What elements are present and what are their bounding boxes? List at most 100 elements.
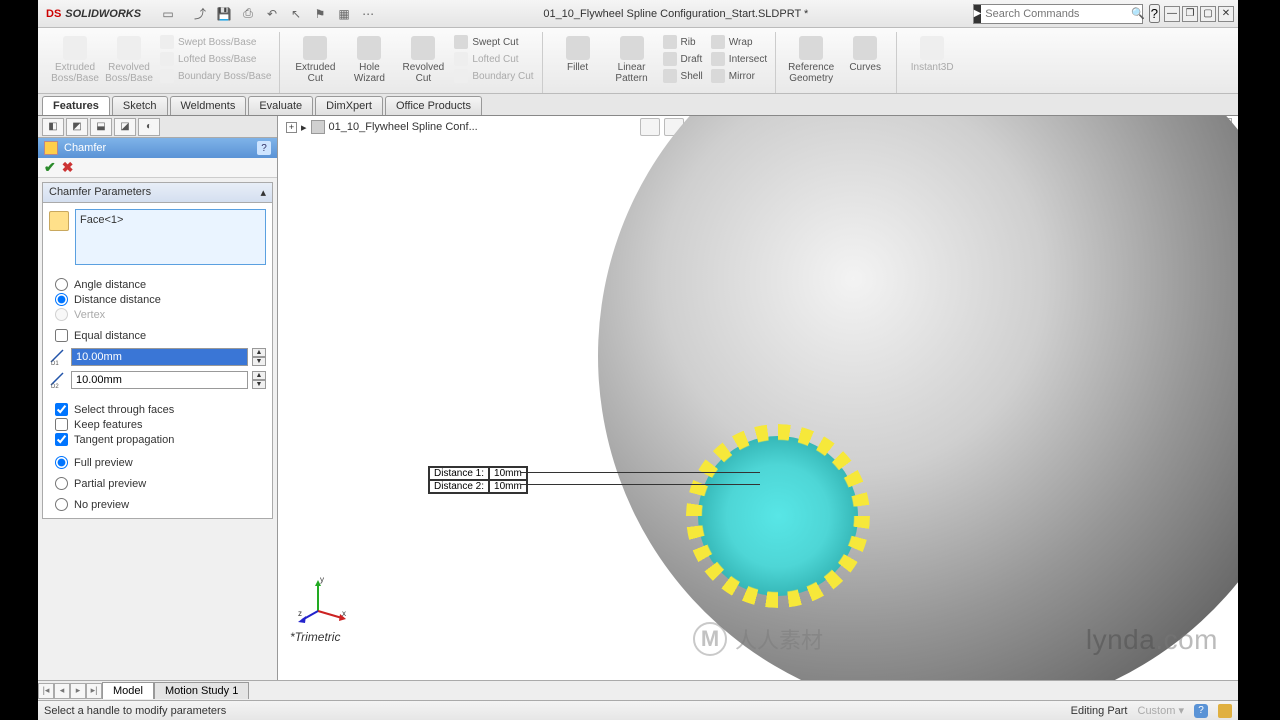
feature-manager-tab-icon[interactable]: ◧ — [42, 118, 64, 136]
open-file-icon[interactable]: ⤴ — [189, 3, 211, 25]
tab-weldments[interactable]: Weldments — [170, 96, 247, 115]
more-icon[interactable]: ⋯ — [357, 3, 379, 25]
orientation-triad[interactable]: y x z — [298, 576, 348, 626]
face-selection-icon[interactable] — [49, 211, 69, 231]
help-icon[interactable]: ? — [1149, 4, 1160, 23]
select-through-faces-checkbox[interactable] — [55, 403, 68, 416]
select-icon[interactable]: ↖ — [285, 3, 307, 25]
status-help-icon[interactable]: ? — [1194, 704, 1208, 718]
minimize-icon[interactable]: — — [1164, 6, 1180, 22]
tab-nav-first-icon[interactable]: |◂ — [38, 683, 54, 699]
revolved-boss-button[interactable]: Revolved Boss/Base — [104, 32, 154, 84]
callout-d1-label: Distance 1: — [429, 467, 489, 480]
distance-1-input[interactable] — [71, 348, 248, 366]
swept-cut-button[interactable]: Swept Cut — [452, 34, 535, 50]
search-icon[interactable]: 🔍 — [1131, 7, 1145, 20]
accept-button[interactable]: ✔ — [44, 159, 56, 176]
save-icon[interactable]: 💾 — [213, 3, 235, 25]
help-feature-icon[interactable]: ? — [257, 141, 271, 155]
tab-features[interactable]: Features — [42, 96, 110, 115]
extruded-cut-button[interactable]: Extruded Cut — [290, 32, 340, 84]
property-manager: ◧ ◩ ⬓ ◪ ◐ Chamfer ? ✔ ✖ Chamfer Paramete… — [38, 116, 278, 680]
selection-item[interactable]: Face<1> — [80, 214, 123, 260]
lofted-cut-button[interactable]: Lofted Cut — [452, 51, 535, 67]
d2-icon: D2 — [49, 371, 67, 389]
shell-button[interactable]: Shell — [661, 68, 705, 84]
boundary-boss-button[interactable]: Boundary Boss/Base — [158, 68, 273, 84]
restore-icon[interactable]: ❐ — [1182, 6, 1198, 22]
equal-distance-label: Equal distance — [74, 330, 146, 342]
display-manager-tab-icon[interactable]: ◐ — [138, 118, 160, 136]
equal-distance-checkbox[interactable] — [55, 329, 68, 342]
command-ribbon: Extruded Boss/Base Revolved Boss/Base Sw… — [38, 28, 1238, 94]
tab-sketch[interactable]: Sketch — [112, 96, 168, 115]
linear-pattern-button[interactable]: Linear Pattern — [607, 32, 657, 84]
swept-boss-button[interactable]: Swept Boss/Base — [158, 34, 273, 50]
model-tab[interactable]: Model — [102, 682, 154, 699]
dimxpert-manager-tab-icon[interactable]: ◪ — [114, 118, 136, 136]
intersect-button[interactable]: Intersect — [709, 51, 769, 67]
tangent-propagation-checkbox[interactable] — [55, 433, 68, 446]
search-commands[interactable]: ▶ 🔍 — [973, 4, 1143, 24]
keep-features-checkbox[interactable] — [55, 418, 68, 431]
full-preview-label: Full preview — [74, 457, 133, 469]
tab-evaluate[interactable]: Evaluate — [248, 96, 313, 115]
fillet-button[interactable]: Fillet — [553, 32, 603, 73]
distance-distance-label: Distance distance — [74, 294, 161, 306]
property-manager-tab-icon[interactable]: ◩ — [66, 118, 88, 136]
maximize-icon[interactable]: ▢ — [1200, 6, 1216, 22]
no-preview-radio[interactable] — [55, 498, 68, 511]
extruded-boss-button[interactable]: Extruded Boss/Base — [50, 32, 100, 84]
angle-distance-radio[interactable] — [55, 278, 68, 291]
instant3d-button[interactable]: Instant3D — [907, 32, 957, 73]
tab-nav-prev-icon[interactable]: ◂ — [54, 683, 70, 699]
selection-list[interactable]: Face<1> — [75, 209, 266, 265]
callout-d2-value[interactable]: 10mm — [489, 480, 527, 493]
hole-wizard-button[interactable]: Hole Wizard — [344, 32, 394, 84]
undo-icon[interactable]: ↶ — [261, 3, 283, 25]
tab-nav-next-icon[interactable]: ▸ — [70, 683, 86, 699]
cancel-button[interactable]: ✖ — [62, 159, 74, 176]
dimension-callout[interactable]: Distance 1:10mm Distance 2:10mm — [428, 466, 528, 494]
unit-system[interactable]: Custom ▾ — [1138, 704, 1185, 717]
options-icon[interactable]: ▦ — [333, 3, 355, 25]
distance-1-spinner[interactable]: ▲▼ — [252, 348, 266, 366]
distance-2-input[interactable] — [71, 371, 248, 389]
status-bar: Select a handle to modify parameters Edi… — [38, 700, 1238, 720]
chamfer-preview[interactable] — [698, 436, 858, 596]
boundary-cut-button[interactable]: Boundary Cut — [452, 68, 535, 84]
print-icon[interactable]: ⎙ — [237, 3, 259, 25]
mirror-button[interactable]: Mirror — [709, 68, 769, 84]
rebuild-icon[interactable]: ⚑ — [309, 3, 331, 25]
full-preview-radio[interactable] — [55, 456, 68, 469]
tab-dimxpert[interactable]: DimXpert — [315, 96, 383, 115]
wrap-button[interactable]: Wrap — [709, 34, 769, 50]
lofted-boss-button[interactable]: Lofted Boss/Base — [158, 51, 273, 67]
partial-preview-radio[interactable] — [55, 477, 68, 490]
configuration-manager-tab-icon[interactable]: ⬓ — [90, 118, 112, 136]
tab-nav-last-icon[interactable]: ▸| — [86, 683, 102, 699]
motion-study-tab[interactable]: Motion Study 1 — [154, 682, 249, 699]
new-file-icon[interactable]: ▭ — [157, 3, 179, 25]
angle-distance-label: Angle distance — [74, 279, 146, 291]
reference-geometry-button[interactable]: Reference Geometry — [786, 32, 836, 84]
window-controls: — ❐ ▢ ✕ — [1160, 6, 1238, 22]
draft-button[interactable]: Draft — [661, 51, 705, 67]
rib-button[interactable]: Rib — [661, 34, 705, 50]
collapse-icon[interactable]: ▴ — [260, 186, 266, 199]
status-rebuild-icon[interactable] — [1218, 704, 1232, 718]
tangent-label: Tangent propagation — [74, 434, 174, 446]
d1-icon: D1 — [49, 348, 67, 366]
graphics-view[interactable]: + ▸ 01_10_Flywheel Spline Conf... ▣ ⇔ — [278, 116, 1238, 680]
curves-button[interactable]: Curves — [840, 32, 890, 73]
revolved-cut-button[interactable]: Revolved Cut — [398, 32, 448, 84]
chamfer-parameters-panel: Chamfer Parameters ▴ Face<1> Angle dista… — [42, 182, 273, 519]
close-icon[interactable]: ✕ — [1218, 6, 1234, 22]
distance-2-spinner[interactable]: ▲▼ — [252, 371, 266, 389]
search-input[interactable] — [981, 8, 1131, 20]
distance-distance-radio[interactable] — [55, 293, 68, 306]
tab-office-products[interactable]: Office Products — [385, 96, 482, 115]
callout-d1-value[interactable]: 10mm — [489, 467, 527, 480]
center-watermark: M人人素材 — [693, 622, 823, 656]
svg-text:y: y — [320, 575, 324, 584]
